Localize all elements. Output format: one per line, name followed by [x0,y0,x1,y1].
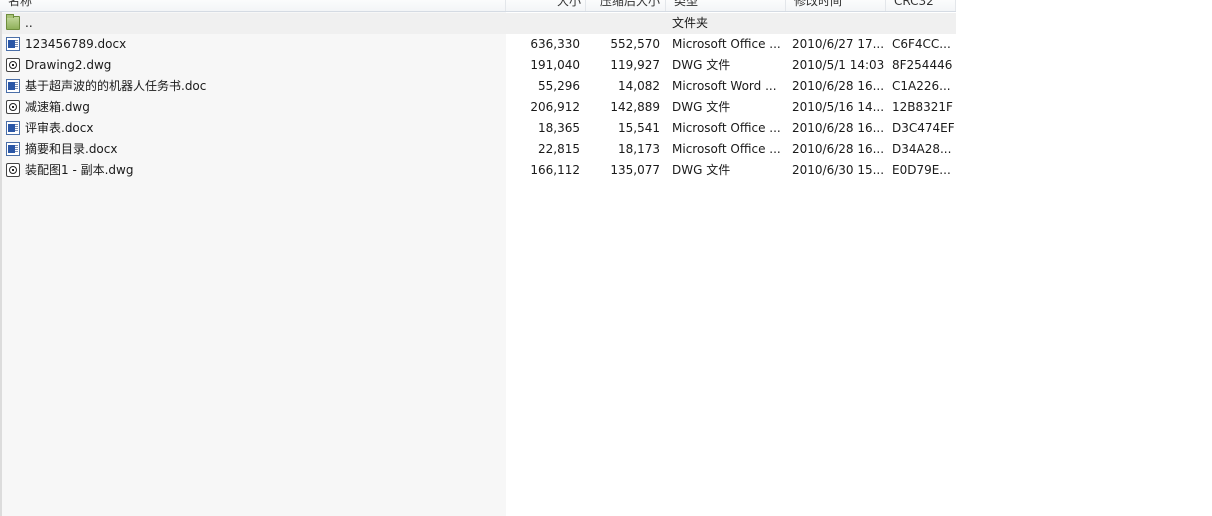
file-size: 22,815 [538,142,580,156]
word-document-icon [6,121,20,135]
file-size: 206,912 [530,100,580,114]
file-type: Microsoft Word ... [672,79,777,93]
word-document-icon [6,37,20,51]
dwg-file-icon [6,163,20,177]
file-crc32: C6F4CC... [892,37,951,51]
file-packed-size: 15,541 [618,121,660,135]
file-size: 55,296 [538,79,580,93]
dwg-file-icon [6,100,20,114]
file-crc32: D3C474EF [892,121,954,135]
dwg-file-icon [6,58,20,72]
file-crc32: C1A226... [892,79,951,93]
file-name-cell: 评审表.docx [6,118,504,139]
file-packed-size: 142,889 [610,100,660,114]
parent-folder-name-cell: .. [6,13,504,34]
column-header-name[interactable]: 名称 [0,0,506,11]
file-row[interactable]: 摘要和目录.docx 22,815 18,173 Microsoft Office .… [2,139,956,160]
file-size: 191,040 [530,58,580,72]
column-header-packed-size[interactable]: 压缩后大小 [586,0,666,11]
file-row[interactable]: 减速箱.dwg 206,912 142,889 DWG 文件 2010/5/16 14.… [2,97,956,118]
file-name-cell: 123456789.docx [6,34,504,55]
file-packed-size: 135,077 [610,163,660,177]
file-row[interactable]: 装配图1 - 副本.dwg 166,112 135,077 DWG 文件 2010/6/… [2,160,956,181]
file-crc32: 12B8321F [892,100,953,114]
file-type: DWG 文件 [672,58,731,72]
file-name: 123456789.docx [25,37,127,51]
folder-icon [6,14,20,30]
file-name-cell: 摘要和目录.docx [6,139,504,160]
file-crc32: E0D79E... [892,163,951,177]
file-name: 减速箱.dwg [25,100,90,114]
file-packed-size: 14,082 [618,79,660,93]
file-type: Microsoft Office ... [672,142,781,156]
parent-folder-type: 文件夹 [672,16,709,30]
file-modified: 2010/6/27 17... [792,37,885,51]
file-name: 基于超声波的的机器人任务书.doc [25,79,207,93]
file-name-cell: 装配图1 - 副本.dwg [6,160,504,181]
column-header-modified[interactable]: 修改时间 [786,0,886,11]
file-packed-size: 119,927 [610,58,660,72]
file-type: DWG 文件 [672,100,731,114]
column-header-type[interactable]: 类型 [666,0,786,11]
file-modified: 2010/6/28 16... [792,142,885,156]
file-row[interactable]: 评审表.docx 18,365 15,541 Microsoft Office ...… [2,118,956,139]
file-name-cell: Drawing2.dwg [6,55,504,76]
file-crc32: 8F254446 [892,58,953,72]
column-header: 名称 大小 压缩后大小 类型 修改时间 CRC32 [0,0,956,12]
parent-folder-row[interactable]: .. 文件夹 [2,13,956,34]
file-size: 166,112 [530,163,580,177]
file-name-cell: 减速箱.dwg [6,97,504,118]
column-header-size[interactable]: 大小 [506,0,586,11]
file-modified: 2010/6/30 15... [792,163,885,177]
file-name: 装配图1 - 副本.dwg [25,163,134,177]
file-modified: 2010/5/1 14:03 [792,58,885,72]
file-modified: 2010/6/28 16... [792,79,885,93]
file-crc32: D34A28... [892,142,952,156]
file-packed-size: 18,173 [618,142,660,156]
file-name: 评审表.docx [25,121,94,135]
file-name: Drawing2.dwg [25,58,112,72]
file-row[interactable]: 123456789.docx 636,330 552,570 Microsoft Of… [2,34,956,55]
file-name-cell: 基于超声波的的机器人任务书.doc [6,76,504,97]
word-document-icon [6,79,20,93]
file-size: 18,365 [538,121,580,135]
file-modified: 2010/6/28 16... [792,121,885,135]
word-document-icon [6,142,20,156]
file-type: Microsoft Office ... [672,121,781,135]
file-type: Microsoft Office ... [672,37,781,51]
file-name: 摘要和目录.docx [25,142,118,156]
file-size: 636,330 [530,37,580,51]
parent-folder-label: .. [25,16,33,30]
column-header-crc32[interactable]: CRC32 [886,0,956,11]
file-modified: 2010/5/16 14... [792,100,885,114]
file-row[interactable]: Drawing2.dwg 191,040 119,927 DWG 文件 2010/5/1… [2,55,956,76]
file-type: DWG 文件 [672,163,731,177]
file-row[interactable]: 基于超声波的的机器人任务书.doc 55,296 14,082 Microsoft W… [2,76,956,97]
file-packed-size: 552,570 [610,37,660,51]
